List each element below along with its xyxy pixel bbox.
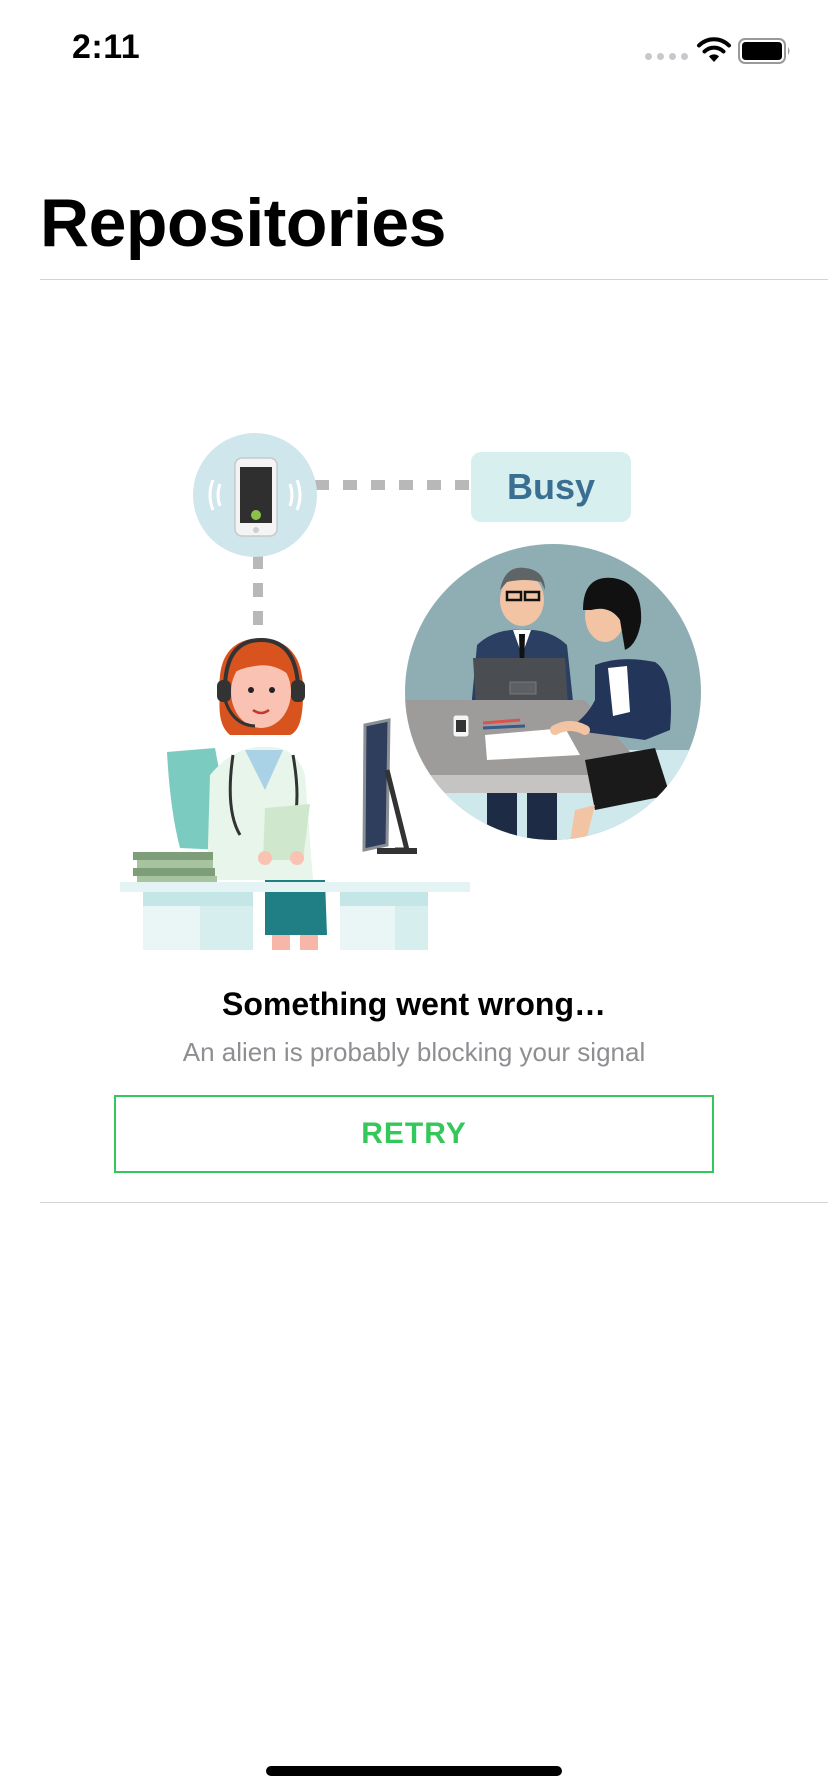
error-illustration: Busy — [120, 433, 701, 950]
retry-button[interactable]: RETRY — [114, 1095, 714, 1173]
status-time: 2:11 — [72, 28, 141, 66]
home-indicator[interactable] — [266, 1766, 562, 1776]
header-divider — [40, 279, 828, 280]
error-subtitle: An alien is probably blocking your signa… — [182, 1037, 646, 1067]
status-bar: 2:11 — [0, 0, 828, 100]
meeting-scene — [405, 544, 701, 840]
phone-icon — [193, 433, 317, 557]
error-title: Something went wrong… — [222, 986, 606, 1022]
wifi-icon — [697, 37, 731, 62]
page-title: Repositories — [40, 185, 446, 261]
busy-badge-label: Busy — [507, 466, 595, 507]
content-divider — [40, 1202, 828, 1203]
cellular-signal-icon — [645, 53, 688, 60]
busy-badge: Busy — [471, 452, 631, 522]
battery-icon — [738, 38, 790, 64]
